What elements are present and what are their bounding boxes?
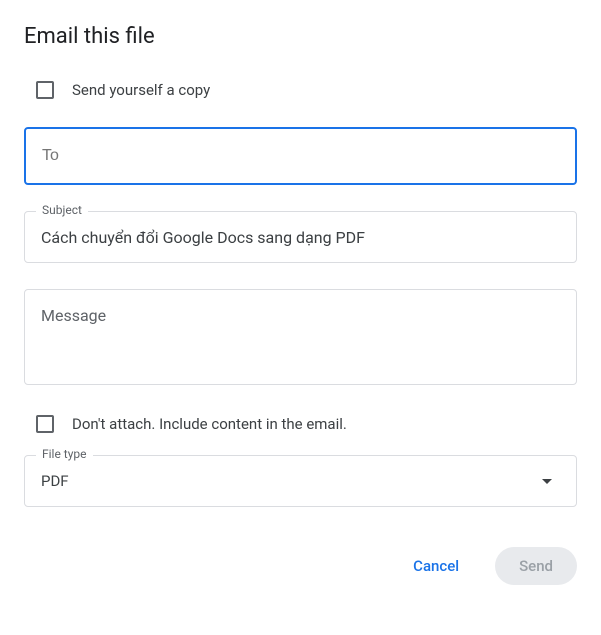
- message-field-wrapper: [24, 289, 577, 389]
- cancel-button[interactable]: Cancel: [389, 547, 483, 585]
- to-field-wrapper: [24, 127, 577, 185]
- subject-field-wrapper: Subject: [24, 211, 577, 263]
- subject-input[interactable]: [24, 211, 577, 263]
- dialog-title: Email this file: [24, 24, 577, 49]
- subject-label: Subject: [36, 203, 88, 217]
- send-copy-label: Send yourself a copy: [72, 81, 210, 99]
- chevron-down-icon: [542, 479, 552, 484]
- filetype-wrapper: File type PDF: [24, 455, 577, 507]
- dont-attach-checkbox[interactable]: [36, 415, 54, 433]
- send-button[interactable]: Send: [495, 547, 577, 585]
- dont-attach-label: Don't attach. Include content in the ema…: [72, 415, 347, 433]
- filetype-value: PDF: [41, 472, 69, 490]
- dont-attach-row: Don't attach. Include content in the ema…: [36, 415, 577, 433]
- filetype-label: File type: [36, 447, 93, 461]
- send-copy-checkbox[interactable]: [36, 81, 54, 99]
- message-input[interactable]: [24, 289, 577, 385]
- send-copy-row: Send yourself a copy: [36, 81, 577, 99]
- filetype-select[interactable]: PDF: [24, 455, 577, 507]
- dialog-actions: Cancel Send: [24, 547, 577, 585]
- to-input[interactable]: [24, 127, 577, 185]
